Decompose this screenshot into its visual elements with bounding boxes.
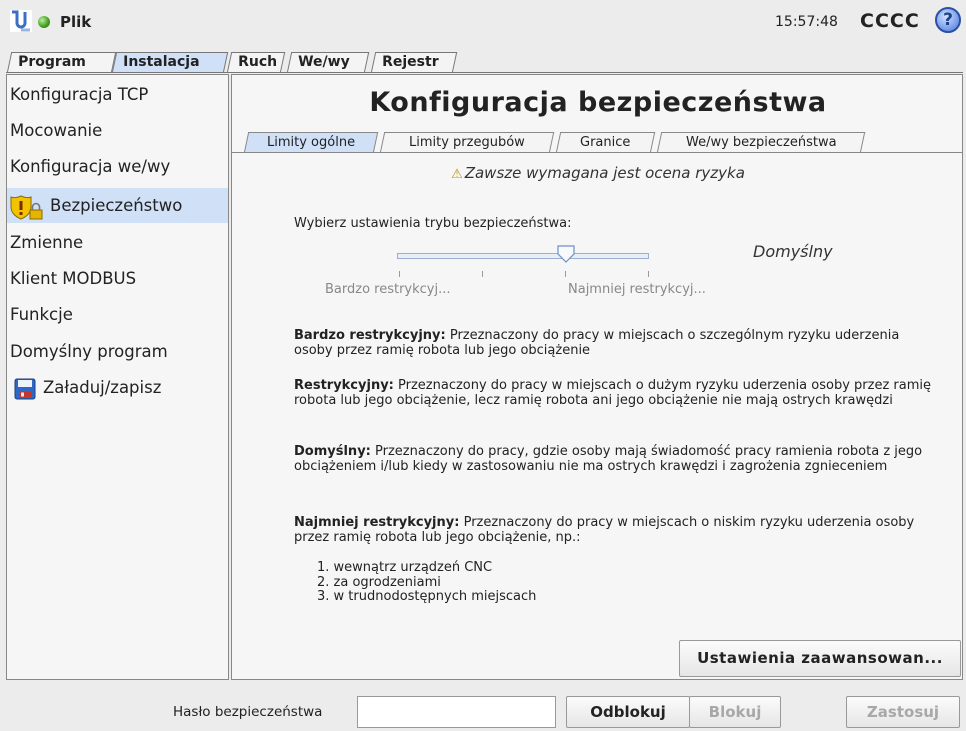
slider-thumb[interactable] bbox=[557, 245, 575, 263]
tab-we-wy-bezpieczenstwa[interactable]: We/wy bezpieczeństwa bbox=[656, 132, 866, 153]
page-title: Konfiguracja bezpieczeństwa bbox=[369, 87, 827, 118]
content-panel: Konfiguracja bezpieczeństwa Limity ogóln… bbox=[231, 74, 963, 680]
warning-icon: ⚠ bbox=[451, 167, 463, 182]
tab-program[interactable]: Program bbox=[6, 52, 117, 73]
ur-logo-icon[interactable] bbox=[10, 10, 32, 32]
list-item: w trudnodostępnych miejscach bbox=[317, 589, 537, 605]
sidebar-item-we-wy[interactable]: Konfiguracja we/wy bbox=[7, 149, 228, 184]
lock-button[interactable]: Blokuj bbox=[689, 696, 781, 728]
shield-lock-icon bbox=[10, 194, 43, 220]
sidebar-item-mocowanie[interactable]: Mocowanie bbox=[7, 113, 228, 148]
top-bar: Plik 15:57:48 CCCC ? bbox=[0, 0, 966, 50]
slider-tick bbox=[565, 271, 566, 277]
bottom-bar: Hasło bezpieczeństwa Odblokuj Blokuj Zas… bbox=[0, 684, 966, 731]
slider-tick bbox=[399, 271, 400, 277]
tab-instalacja[interactable]: Instalacja bbox=[111, 52, 229, 73]
slider-max-label: Najmniej restrykcyj... bbox=[568, 282, 706, 297]
slider-min-label: Bardzo restrykcyj... bbox=[325, 282, 451, 297]
slider-tick bbox=[482, 271, 483, 277]
robot-name: CCCC bbox=[860, 10, 920, 32]
password-label: Hasło bezpieczeństwa bbox=[173, 704, 323, 720]
clock: 15:57:48 bbox=[775, 14, 838, 30]
help-icon[interactable]: ? bbox=[935, 7, 961, 33]
examples-list: wewnątrz urządzeń CNC za ogrodzeniami w … bbox=[317, 560, 537, 605]
list-item: za ogrodzeniami bbox=[317, 575, 536, 591]
description-restrictive: Restrykcyjny: Przeznaczony do pracy w mi… bbox=[294, 378, 932, 408]
floppy-disk-icon bbox=[14, 378, 36, 399]
tab-we-wy[interactable]: We/wy bbox=[286, 52, 370, 73]
description-least-restrictive: Najmniej restrykcyjny: Przeznaczony do p… bbox=[294, 515, 915, 545]
safety-password-input[interactable] bbox=[357, 696, 556, 728]
mode-prompt: Wybierz ustawienia trybu bezpieczeństwa: bbox=[294, 216, 572, 231]
description-default: Domyślny: Przeznaczony do pracy, gdzie o… bbox=[294, 444, 923, 474]
tab-limity-przegubow[interactable]: Limity przegubów bbox=[379, 132, 555, 153]
sidebar-item-modbus[interactable]: Klient MODBUS bbox=[7, 261, 228, 296]
tab-limity-ogolne[interactable]: Limity ogólne bbox=[243, 132, 379, 153]
robot-status-icon[interactable] bbox=[38, 16, 50, 28]
file-menu[interactable]: Plik bbox=[60, 13, 91, 31]
advanced-settings-button[interactable]: Ustawienia zaawansowan... bbox=[679, 640, 961, 677]
unlock-button[interactable]: Odblokuj bbox=[566, 696, 690, 728]
tab-granice[interactable]: Granice bbox=[555, 132, 656, 153]
tab-ruch[interactable]: Ruch bbox=[226, 52, 286, 73]
sidebar-item-funkcje[interactable]: Funkcje bbox=[7, 297, 228, 332]
sidebar-item-bezpieczenstwo[interactable]: Bezpieczeństwo bbox=[7, 188, 228, 223]
sidebar-item-domyslny-program[interactable]: Domyślny program bbox=[7, 334, 228, 369]
selected-mode-value: Domyślny bbox=[753, 242, 833, 261]
sidebar-item-zaladuj-zapisz[interactable]: Załaduj/zapisz bbox=[7, 370, 228, 405]
sidebar: Konfiguracja TCP Mocowanie Konfiguracja … bbox=[6, 74, 229, 680]
apply-button[interactable]: Zastosuj bbox=[846, 696, 960, 728]
sidebar-item-zmienne[interactable]: Zmienne bbox=[7, 225, 228, 260]
slider-tick bbox=[648, 271, 649, 277]
safety-mode-slider[interactable] bbox=[397, 253, 649, 259]
description-very-restrictive: Bardzo restrykcyjny: Przeznaczony do pra… bbox=[294, 328, 900, 358]
tab-rejestr[interactable]: Rejestr bbox=[370, 52, 458, 73]
subtabs-divider bbox=[232, 152, 962, 153]
list-item: wewnątrz urządzeń CNC bbox=[317, 560, 536, 576]
sidebar-item-tcp[interactable]: Konfiguracja TCP bbox=[7, 77, 228, 112]
risk-warning: ⚠ Zawsze wymagana jest ocena ryzyka bbox=[451, 164, 745, 182]
tabs-divider bbox=[6, 72, 963, 73]
